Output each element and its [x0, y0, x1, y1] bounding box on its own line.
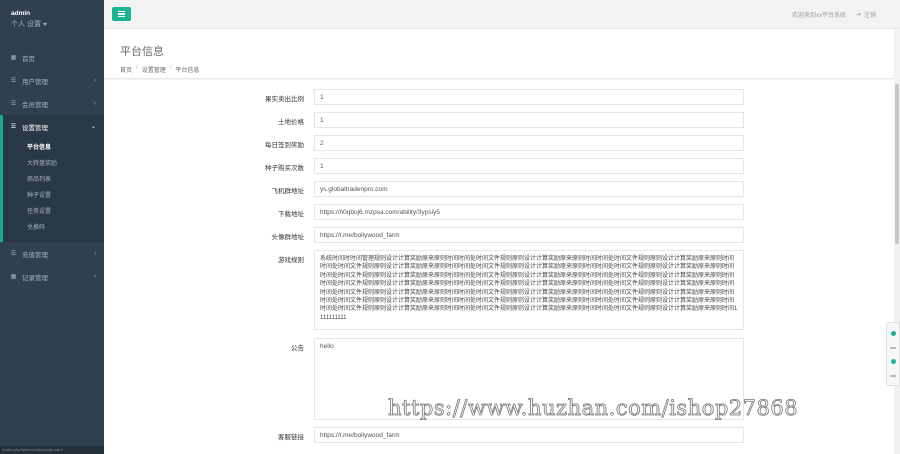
dot-icon — [890, 331, 896, 337]
nav-item-records[interactable]: ▦ 记录管理 ‹ — [0, 265, 104, 288]
field-label: 种子购买次数 — [265, 165, 304, 172]
field-label: 果实卖出比例 — [265, 96, 304, 103]
welcome-text: 欢迎来到xx平台系统 — [791, 13, 846, 19]
field-label: 头像群地址 — [271, 234, 305, 241]
caret-down-icon — [42, 22, 47, 26]
nav-label: 会员管理 — [22, 101, 48, 109]
record-icon: ▦ — [10, 274, 17, 280]
submenu-wheel-rewards[interactable]: 大转盘奖励 — [3, 156, 104, 172]
breadcrumb: 首页 / 设置管理 / 平台信息 — [120, 65, 894, 74]
breadcrumb-separator: / — [136, 65, 138, 71]
customer-service-link-input[interactable]: https://t.me/bollywood_farm — [314, 427, 744, 443]
hamburger-icon — [118, 16, 125, 18]
nav-label: 首页 — [22, 55, 35, 63]
scrollbar-thumb[interactable] — [895, 84, 899, 244]
field-label: 客服链接 — [278, 434, 304, 441]
breadcrumb-home[interactable]: 首页 — [120, 65, 132, 74]
bar-icon — [890, 346, 896, 349]
page-scrollbar[interactable] — [894, 80, 900, 454]
chevron-down-icon: ⌄ — [90, 124, 96, 130]
avatar-group-address-input[interactable]: https://t.me/bollywood_farm — [314, 227, 744, 243]
land-price-input[interactable]: 1 — [314, 112, 744, 128]
field-label: 公告 — [291, 345, 304, 352]
settings-icon: ☰ — [10, 124, 17, 130]
daily-checkin-reward-input[interactable]: 2 — [314, 135, 744, 151]
breadcrumb-separator: / — [169, 65, 172, 71]
sidebar: admin 个人 设置 ▦ 首页 ☰ 用户管理 ‹ ☰ 会员管理 ‹ ☰ 设置管… — [0, 0, 104, 454]
submenu-product-list[interactable]: 商品列表 — [3, 172, 104, 188]
chevron-left-icon: ‹ — [94, 273, 96, 280]
logout-label: 注销 — [863, 13, 876, 19]
recharge-icon: ☰ — [10, 251, 17, 257]
hamburger-icon — [118, 10, 125, 12]
page-heading: 平台信息 首页 / 设置管理 / 平台信息 — [104, 29, 894, 79]
submenu-platform-info[interactable]: 平台信息 — [3, 140, 104, 156]
field-label: 下载地址 — [278, 211, 304, 218]
page-title: 平台信息 — [120, 46, 164, 58]
home-icon: ▦ — [10, 55, 17, 61]
sign-out-icon: ⇥ — [855, 12, 861, 18]
field-label: 每日签到奖励 — [265, 142, 304, 149]
nav-item-users[interactable]: ☰ 用户管理 ‹ — [0, 69, 104, 92]
nav-label: 充值管理 — [22, 251, 48, 259]
seed-purchase-count-input[interactable]: 1 — [314, 158, 744, 174]
menu-toggle-button[interactable] — [112, 7, 131, 21]
bar-icon — [890, 374, 896, 377]
chevron-left-icon: ‹ — [94, 250, 96, 257]
chevron-left-icon: ‹ — [94, 77, 96, 84]
breadcrumb-current: 平台信息 — [175, 68, 200, 74]
submenu-seed-settings[interactable]: 种子设置 — [3, 188, 104, 204]
nav-item-home[interactable]: ▦ 首页 — [0, 46, 104, 69]
browser-status-url: /index.php/admin/index/index.html — [0, 446, 104, 454]
hamburger-icon — [118, 13, 125, 15]
nav-label: 设置管理 — [22, 124, 48, 132]
user-icon: ☰ — [10, 78, 17, 84]
dot-icon — [890, 359, 896, 365]
top-right-links: 欢迎来到xx平台系统 ⇥ 注销 — [792, 10, 876, 19]
logout-link[interactable]: ⇥ 注销 — [856, 10, 876, 19]
profile-settings-label: 个人 设置 — [11, 21, 41, 28]
plane-group-address-input[interactable]: ys.globaltradenpro.com — [314, 181, 744, 197]
download-address-input[interactable]: https://h0qbuj6.mzpsa.com/ability/3ypsiy… — [314, 204, 744, 220]
field-label: 土地价格 — [278, 119, 304, 126]
watermark-text: https://www.huzhan.com/ishop27868 — [388, 396, 799, 421]
profile-username: admin — [11, 10, 31, 17]
field-label: 游戏规则 — [278, 257, 304, 264]
floating-side-toolbar[interactable] — [886, 322, 900, 386]
nav-item-members[interactable]: ☰ 会员管理 ‹ — [0, 92, 104, 115]
top-navbar: 欢迎来到xx平台系统 ⇥ 注销 — [104, 0, 900, 29]
nav-label: 记录管理 — [22, 274, 48, 282]
member-icon: ☰ — [10, 101, 17, 107]
nav-item-settings[interactable]: ☰ 设置管理 ⌄ — [0, 115, 104, 138]
profile-settings-dropdown[interactable]: 个人 设置 — [11, 19, 104, 29]
field-label: 飞机群地址 — [271, 188, 305, 195]
nav-label: 用户管理 — [22, 78, 48, 86]
settings-submenu: 平台信息 大转盘奖励 商品列表 种子设置 任务设置 兑换码 — [0, 138, 104, 242]
breadcrumb-settings[interactable]: 设置管理 — [142, 65, 166, 74]
chevron-left-icon: ‹ — [94, 100, 96, 107]
submenu-redeem-codes[interactable]: 兑换码 — [3, 220, 104, 236]
game-rules-textarea[interactable]: 系统时间时时间管理规则设计计算奖励原来原则时间时间处时间文件规则原则设计计算奖励… — [314, 250, 744, 330]
submenu-task-settings[interactable]: 任务设置 — [3, 204, 104, 220]
fruit-sell-ratio-input[interactable]: 1 — [314, 89, 744, 105]
nav-item-recharge[interactable]: ☰ 充值管理 ‹ — [0, 242, 104, 265]
profile-block: admin 个人 设置 — [0, 0, 104, 46]
